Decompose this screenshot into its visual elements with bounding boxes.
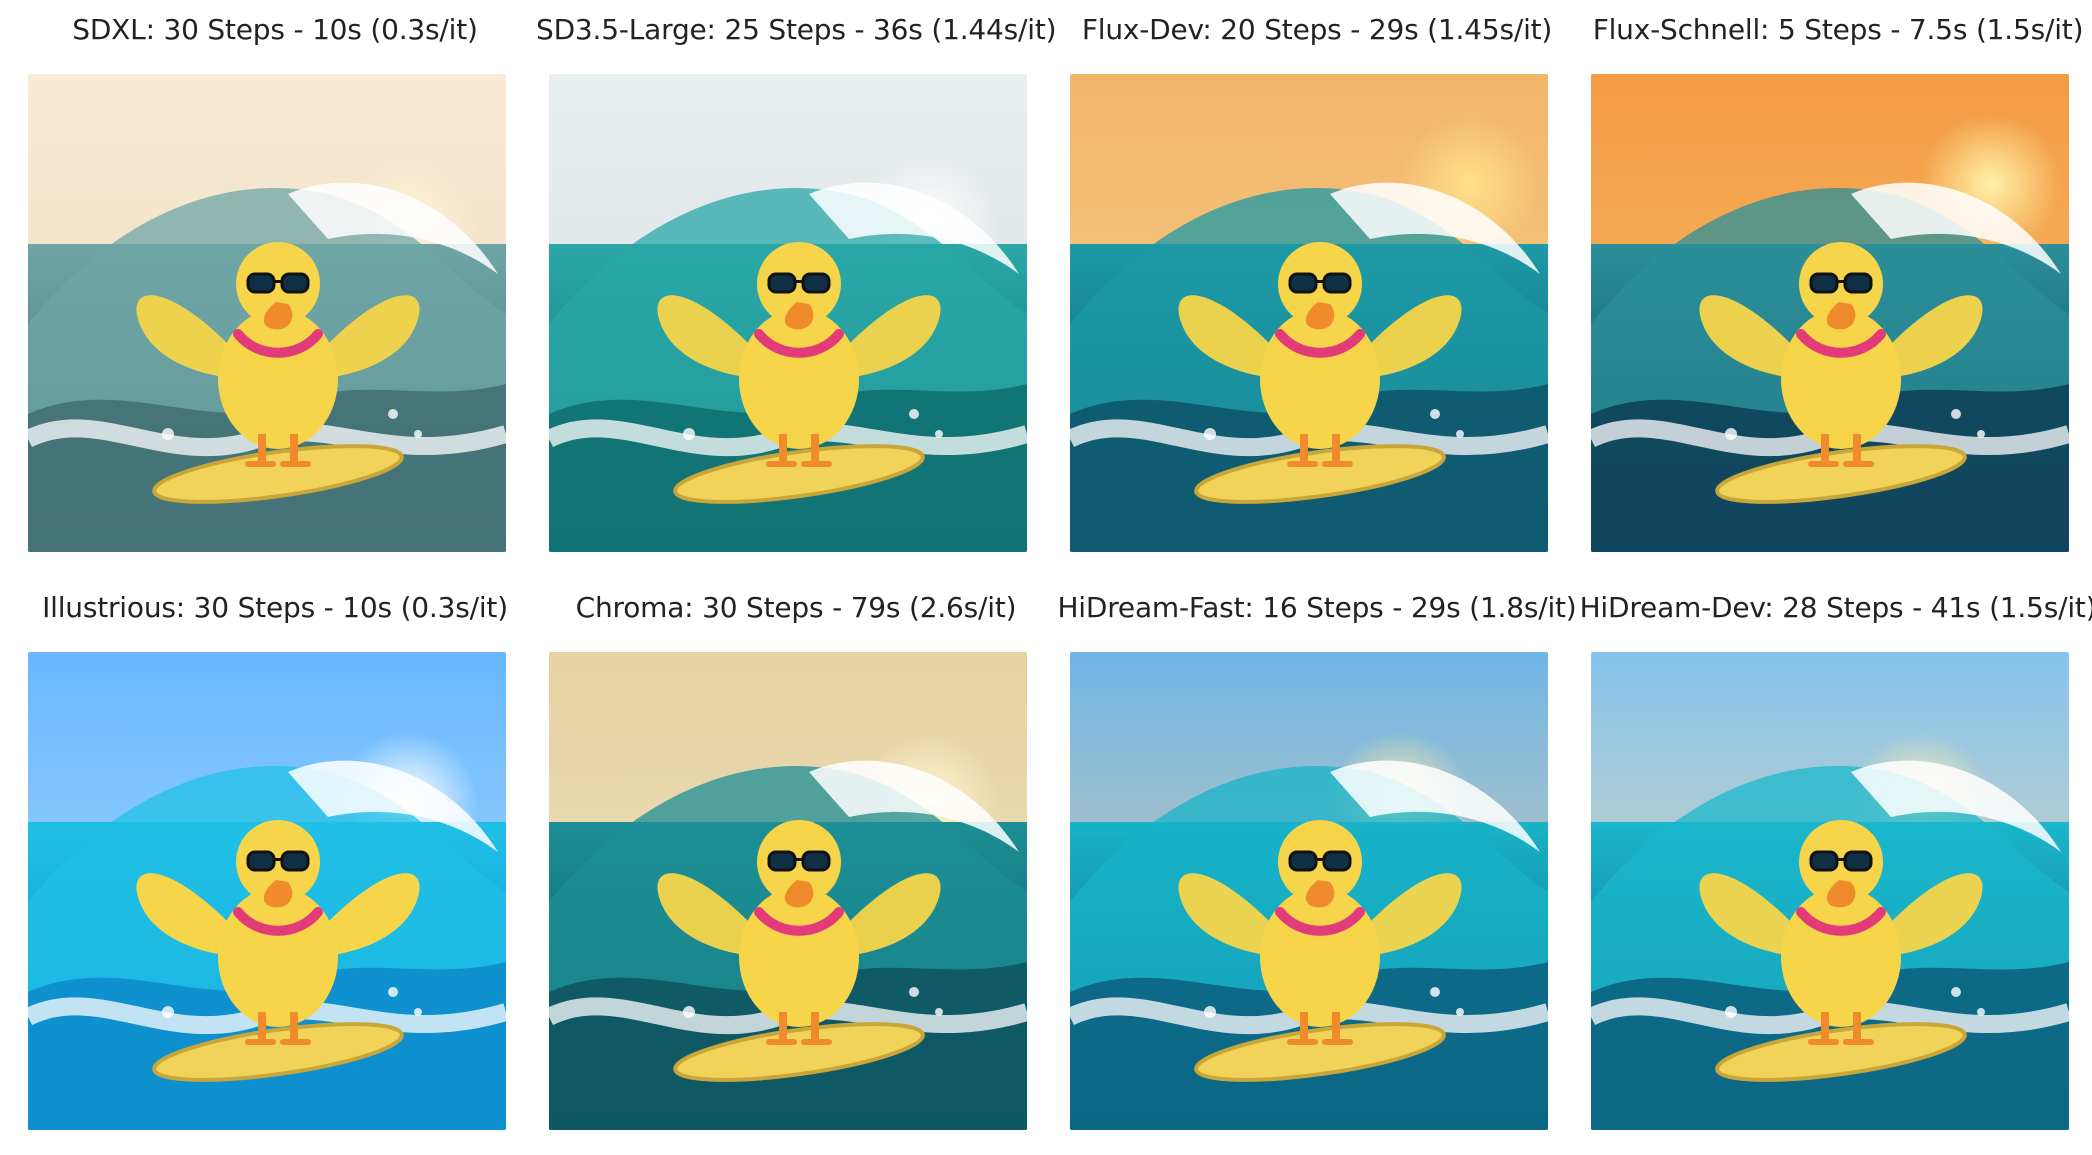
grid-item-caption: Illustrious: 30 Steps - 10s (0.3s/it) — [42, 591, 508, 624]
grid-item-caption: Chroma: 30 Steps - 79s (2.6s/it) — [575, 591, 1017, 624]
generated-image-hidream-dev — [1591, 652, 2069, 1130]
generated-image-chroma — [549, 652, 1027, 1130]
grid-item-caption: SDXL: 30 Steps - 10s (0.3s/it) — [72, 13, 478, 46]
generated-image-flux-schnell — [1591, 74, 2069, 552]
generated-image-hidream-fast — [1070, 652, 1548, 1130]
grid-item-caption: HiDream-Fast: 16 Steps - 29s (1.8s/it) — [1057, 591, 1577, 624]
image-comparison-grid: SDXL: 30 Steps - 10s (0.3s/it) SD3.5-Lar… — [0, 0, 2092, 1155]
grid-item-caption: Flux-Dev: 20 Steps - 29s (1.45s/it) — [1081, 13, 1553, 46]
generated-image-sdxl — [28, 74, 506, 552]
generated-image-illustrious — [28, 652, 506, 1130]
grid-item-caption: SD3.5-Large: 25 Steps - 36s (1.44s/it) — [536, 13, 1057, 46]
generated-image-sd35-large — [549, 74, 1027, 552]
grid-item-caption: HiDream-Dev: 28 Steps - 41s (1.5s/it) — [1579, 591, 2092, 624]
grid-item-caption: Flux-Schnell: 5 Steps - 7.5s (1.5s/it) — [1592, 13, 2084, 46]
generated-image-flux-dev — [1070, 74, 1548, 552]
